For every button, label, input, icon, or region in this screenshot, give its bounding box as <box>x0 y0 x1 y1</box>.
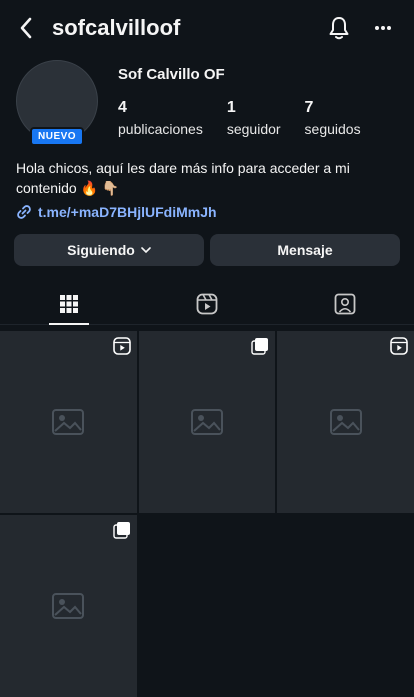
bell-icon[interactable] <box>326 15 352 41</box>
reel-icon <box>390 337 408 355</box>
posts-grid <box>0 331 414 697</box>
post-thumbnail[interactable] <box>277 331 414 513</box>
profile-username: sofcalvilloof <box>52 15 181 40</box>
post-thumbnail[interactable] <box>138 331 276 513</box>
profile-tabs <box>0 284 414 325</box>
stat-posts[interactable]: 4 publicaciones <box>118 99 203 137</box>
stat-value: 7 <box>304 99 314 116</box>
stat-value: 1 <box>226 99 236 116</box>
multi-post-icon <box>112 522 130 539</box>
image-placeholder-icon <box>277 331 414 513</box>
post-thumbnail[interactable] <box>0 331 137 513</box>
tab-reels[interactable] <box>138 284 276 324</box>
more-horizontal-icon[interactable] <box>370 15 396 41</box>
avatar-container[interactable]: NUEVO <box>16 60 98 146</box>
stat-following[interactable]: 7 seguidos <box>305 99 361 137</box>
chevron-down-icon <box>141 247 151 253</box>
message-button[interactable]: Mensaje <box>210 234 400 266</box>
reel-icon <box>112 337 131 355</box>
display-name: Sof Calvillo OF <box>118 66 225 83</box>
chevron-left-icon[interactable] <box>12 14 40 42</box>
profile-stats: 4 publicaciones 1 seguidor 7 seguidos <box>118 99 400 137</box>
profile-header: NUEVO Sof Calvillo OF 4 publicaciones 1 … <box>0 56 414 146</box>
grid-icon <box>60 295 78 313</box>
stat-label: publicaciones <box>118 121 203 137</box>
tab-posts[interactable] <box>0 284 138 324</box>
image-placeholder-icon <box>0 331 137 513</box>
following-label: Siguiendo <box>67 242 135 258</box>
multi-post-icon <box>251 338 269 355</box>
reels-icon <box>196 293 218 315</box>
bio-link[interactable]: t.me/+maD7BHjlUFdiMmJh <box>0 198 414 220</box>
stat-value: 4 <box>118 99 127 116</box>
following-button[interactable]: Siguiendo <box>14 234 204 266</box>
link-icon <box>17 205 31 219</box>
tagged-icon <box>334 293 356 315</box>
stat-followers[interactable]: 1 seguidor <box>227 99 281 137</box>
top-bar: sofcalvilloof <box>0 0 414 56</box>
tab-tagged[interactable] <box>276 284 414 324</box>
new-badge: NUEVO <box>30 127 85 146</box>
profile-bio: Hola chicos, aquí les dare más info para… <box>16 160 350 196</box>
stat-label: seguidos <box>304 121 361 137</box>
image-placeholder-icon <box>139 331 276 513</box>
stat-label: seguidor <box>226 121 281 137</box>
profile-actions: Siguiendo Mensaje <box>0 220 414 266</box>
post-thumbnail[interactable] <box>0 515 137 697</box>
bio-link-text[interactable]: t.me/+maD7BHjlUFdiMmJh <box>38 204 217 220</box>
message-label: Mensaje <box>277 242 333 258</box>
image-placeholder-icon <box>0 515 137 697</box>
